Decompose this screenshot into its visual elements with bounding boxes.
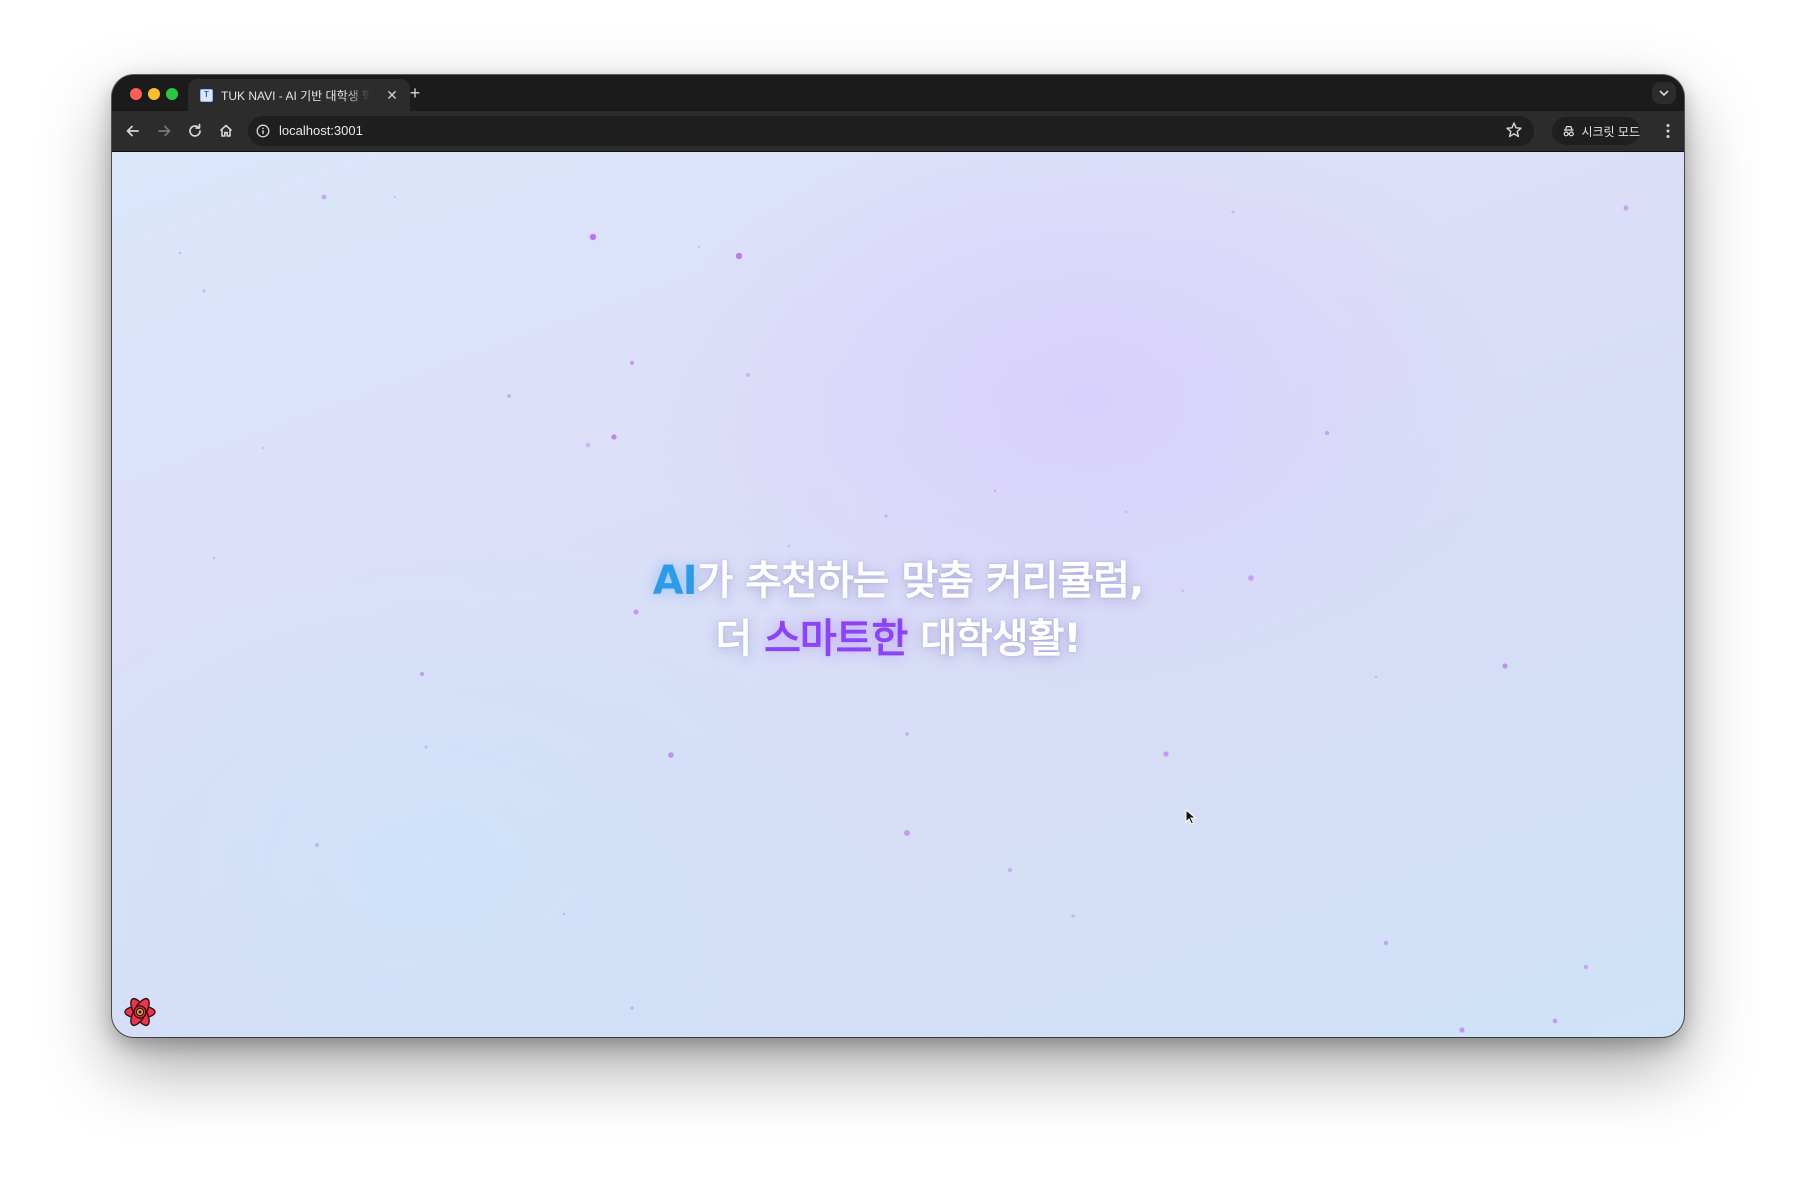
maximize-window-button[interactable] — [166, 88, 178, 100]
tuk-navi-favicon-icon: T — [200, 88, 213, 102]
particle-dot — [419, 671, 425, 677]
tab-search-button[interactable] — [1652, 82, 1676, 104]
site-info-button[interactable] — [256, 124, 270, 138]
reload-icon — [189, 123, 201, 137]
back-button[interactable] — [123, 121, 143, 141]
particle-dot — [1374, 675, 1378, 679]
hero-line-2: 더 스마트한 대학생활! — [112, 610, 1684, 668]
particle-dot — [393, 195, 397, 199]
particle-dot — [905, 732, 909, 736]
incognito-icon — [1563, 126, 1574, 137]
particle-dot — [630, 1006, 634, 1010]
particle-dot — [562, 912, 566, 916]
home-button[interactable] — [216, 121, 236, 141]
particle-dot — [507, 394, 511, 398]
hero-line-1-text: 가 추천하는 맞춤 커리큘럼, — [696, 558, 1145, 604]
particle-dot — [589, 233, 597, 241]
url-text[interactable]: localhost:3001 — [279, 123, 363, 138]
particle-dot — [1552, 1018, 1558, 1024]
particle-dot — [1459, 1027, 1465, 1033]
mouse-cursor-icon — [1185, 809, 1197, 825]
close-window-button[interactable] — [130, 88, 142, 100]
kebab-menu-icon — [1666, 124, 1670, 138]
hero-smart-highlight: 스마트한 — [764, 616, 908, 662]
particle-dot — [904, 830, 910, 836]
particle-dot — [668, 752, 674, 758]
active-tab[interactable]: T TUK NAVI - AI 기반 대학생 학습 ✕ — [188, 79, 410, 111]
particle-dot — [261, 446, 265, 450]
particle-dot — [787, 544, 791, 548]
particle-dot — [993, 489, 997, 493]
particle-dot — [884, 514, 888, 518]
incognito-label: 시크릿 모드 — [1581, 124, 1640, 139]
particle-dot — [1071, 914, 1075, 918]
bookmark-button[interactable] — [1505, 121, 1523, 139]
chevron-down-icon — [1659, 90, 1669, 97]
particle-dot — [1324, 430, 1330, 436]
star-icon — [1506, 122, 1522, 138]
particle-dot — [424, 745, 428, 749]
arrow-left-icon — [126, 125, 139, 137]
particle-dot — [735, 252, 743, 260]
home-icon — [219, 124, 233, 137]
info-circle-icon — [256, 124, 270, 138]
particle-dot — [321, 194, 327, 200]
browser-window: T TUK NAVI - AI 기반 대학생 학습 ✕ + localhost:… — [112, 75, 1684, 1037]
particle-dot — [611, 434, 617, 440]
particle-dot — [1163, 751, 1169, 757]
particle-dot — [1623, 205, 1629, 211]
particle-dot — [202, 289, 206, 293]
browser-toolbar: localhost:3001 시크릿 모드 — [112, 111, 1684, 152]
incognito-indicator[interactable]: 시크릿 모드 — [1552, 117, 1640, 145]
particle-dot — [585, 442, 591, 448]
react-atom-icon — [124, 997, 156, 1027]
new-tab-button[interactable]: + — [404, 82, 426, 104]
particle-dot — [746, 373, 750, 377]
particle-dot — [697, 245, 701, 249]
hero-line-2-suffix: 대학생활! — [907, 616, 1081, 662]
particle-dot — [1383, 940, 1389, 946]
hero-line-2-prefix: 더 — [715, 616, 765, 662]
tab-strip: T TUK NAVI - AI 기반 대학생 학습 ✕ + — [112, 75, 1684, 111]
particle-dot — [315, 843, 319, 847]
particle-dot — [1231, 210, 1235, 214]
particle-dot — [629, 360, 635, 366]
hero-line-1: AI가 추천하는 맞춤 커리큘럼, — [112, 552, 1684, 610]
forward-button[interactable] — [154, 121, 174, 141]
tab-title: TUK NAVI - AI 기반 대학생 학습 — [221, 88, 371, 103]
particle-dot — [1583, 964, 1589, 970]
dev-tools-badge[interactable] — [122, 994, 158, 1030]
page-viewport: AI가 추천하는 맞춤 커리큘럼, 더 스마트한 대학생활! — [112, 152, 1684, 1037]
browser-menu-button[interactable] — [1660, 121, 1676, 141]
particle-dot — [1008, 868, 1012, 872]
particle-dot — [1124, 510, 1128, 514]
hero-heading: AI가 추천하는 맞춤 커리큘럼, 더 스마트한 대학생활! — [112, 552, 1684, 668]
address-bar[interactable]: localhost:3001 — [248, 116, 1534, 146]
close-tab-icon[interactable]: ✕ — [384, 87, 400, 103]
minimize-window-button[interactable] — [148, 88, 160, 100]
particle-dot — [178, 251, 182, 255]
arrow-right-icon — [158, 125, 171, 137]
hero-ai-highlight: AI — [652, 558, 698, 604]
reload-button[interactable] — [185, 121, 205, 141]
